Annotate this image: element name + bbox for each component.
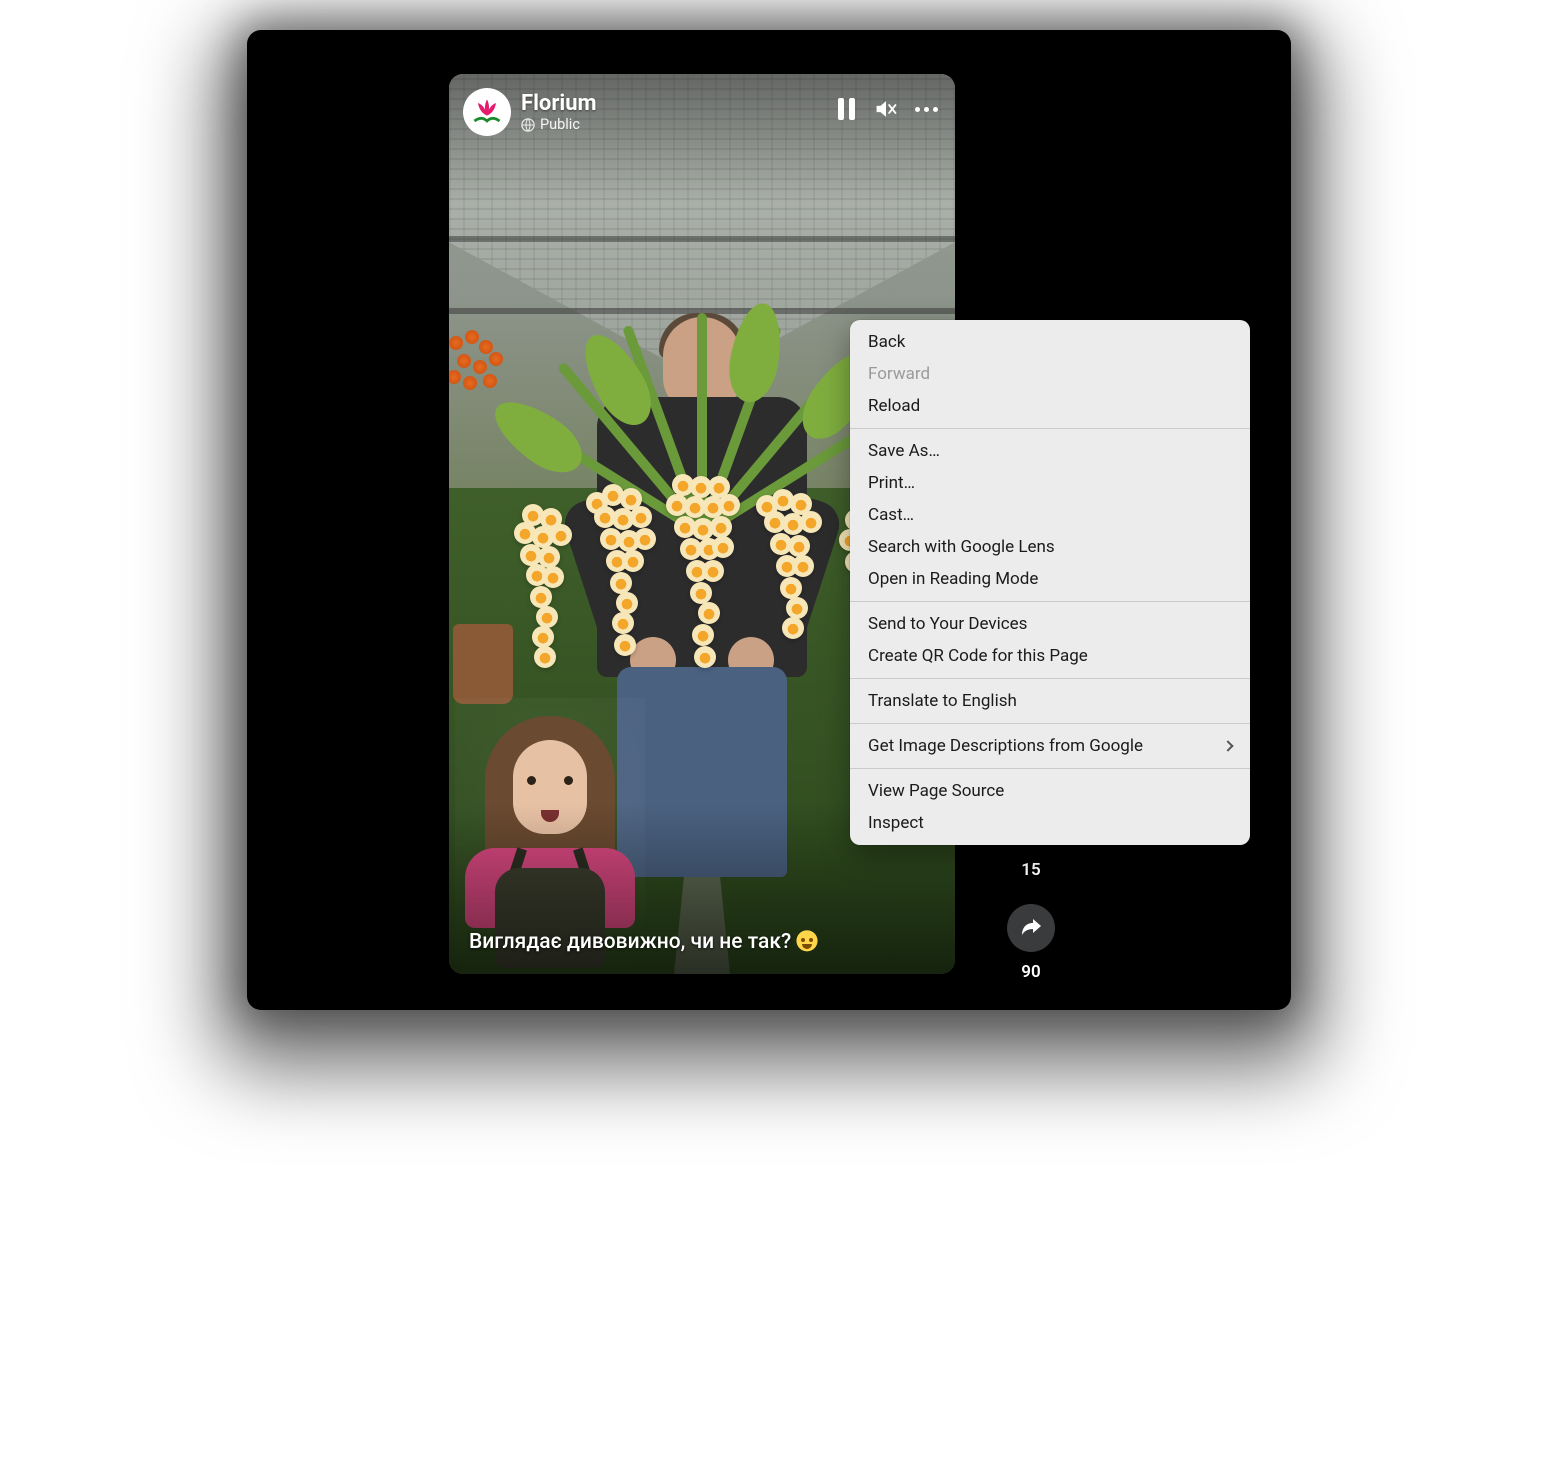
context-menu-print[interactable]: Print… [850,467,1250,499]
privacy-label: Public [540,116,580,133]
lotus-icon [469,94,505,130]
story-caption: Виглядає дивовижно, чи не так? [469,930,819,954]
presenter-inset [455,698,645,968]
story-header: Florium Public [463,88,597,136]
context-menu-forward: Forward [850,358,1250,390]
caption-text: Виглядає дивовижно, чи не так? [469,930,791,954]
context-menu-cast[interactable]: Cast… [850,499,1250,531]
page-name[interactable]: Florium [521,91,597,116]
context-menu-save-as[interactable]: Save As… [850,435,1250,467]
pause-button[interactable] [835,98,857,120]
page-avatar[interactable] [463,88,511,136]
pause-icon [838,98,855,120]
more-options-button[interactable] [915,98,937,120]
privacy-row: Public [521,116,597,133]
context-menu-create-qr[interactable]: Create QR Code for this Page [850,640,1250,672]
context-menu-reload[interactable]: Reload [850,390,1250,422]
story-action-rail: 15 90 [1007,860,1055,982]
plant-pot [453,624,513,704]
globe-icon [521,118,535,132]
star-struck-emoji-icon [795,930,819,954]
mute-button[interactable] [875,98,897,120]
share-icon [1019,916,1043,940]
chevron-right-icon [1222,740,1233,751]
context-menu-translate[interactable]: Translate to English [850,685,1250,717]
context-menu-view-source[interactable]: View Page Source [850,775,1250,807]
comment-count: 15 [1021,860,1040,880]
more-icon [915,107,938,112]
context-menu-send-to-devices[interactable]: Send to Your Devices [850,608,1250,640]
context-menu-back[interactable]: Back [850,326,1250,358]
context-menu-open-reading-mode[interactable]: Open in Reading Mode [850,563,1250,595]
browser-context-menu: Back Forward Reload Save As… Print… Cast… [850,320,1250,845]
side-flowers-left [449,326,559,506]
speaker-muted-icon [875,98,897,120]
share-count: 90 [1021,962,1040,982]
stage: Florium Public [215,0,1345,1080]
context-menu-inspect[interactable]: Inspect [850,807,1250,839]
story-top-controls [835,98,937,120]
context-menu-search-google-lens[interactable]: Search with Google Lens [850,531,1250,563]
share-button[interactable] [1007,904,1055,952]
context-menu-image-descriptions[interactable]: Get Image Descriptions from Google [850,730,1250,762]
